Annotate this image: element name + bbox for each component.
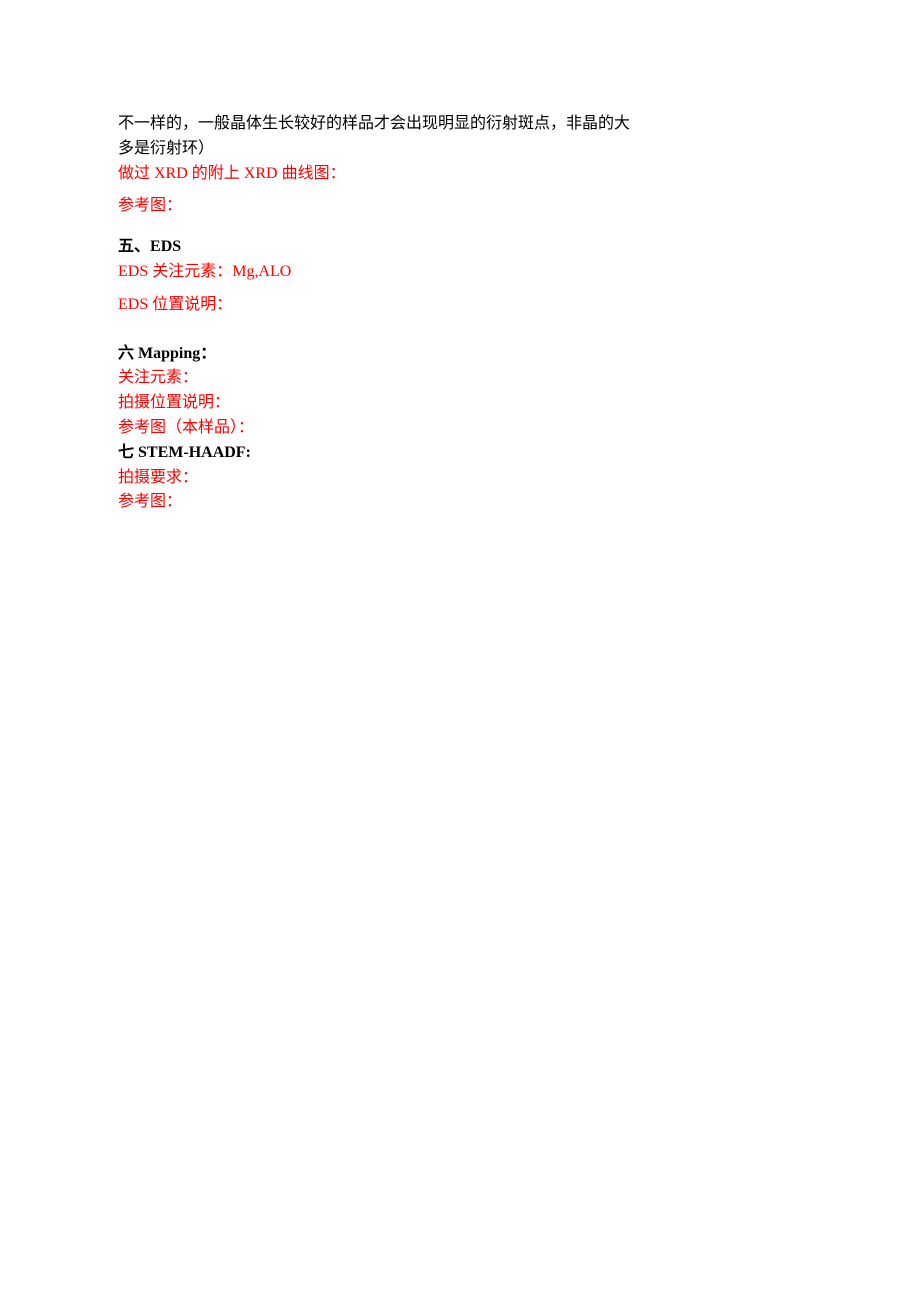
section-6-title: Mapping： bbox=[138, 345, 216, 362]
eds-position: EDS 位置说明： bbox=[118, 293, 802, 318]
eds-elements: EDS 关注元素：Mg,ALO bbox=[118, 260, 802, 285]
xrd-note: 做过 XRD 的附上 XRD 曲线图： bbox=[118, 162, 802, 187]
mapping-elements: 关注元素： bbox=[118, 366, 802, 391]
spacer bbox=[118, 318, 802, 326]
section-6-heading: 六 Mapping： bbox=[118, 342, 802, 367]
stem-haadf-requirements: 拍摄要求： bbox=[118, 466, 802, 491]
stem-haadf-reference-figure: 参考图： bbox=[118, 490, 802, 515]
section-7-heading: 七 STEM-HAADF: bbox=[118, 441, 802, 466]
spacer bbox=[118, 227, 802, 235]
mapping-position: 拍摄位置说明： bbox=[118, 391, 802, 416]
document-page: 不一样的，一般晶体生长较好的样品才会出现明显的衍射斑点，非晶的大 多是衍射环） … bbox=[0, 0, 920, 1301]
section-5-heading: 五、EDS bbox=[118, 235, 802, 260]
section-6-prefix: 六 bbox=[118, 345, 138, 362]
spacer bbox=[118, 186, 802, 194]
reference-figure-label: 参考图： bbox=[118, 194, 802, 219]
continuation-line-1: 不一样的，一般晶体生长较好的样品才会出现明显的衍射斑点，非晶的大 bbox=[118, 112, 802, 137]
spacer bbox=[118, 219, 802, 227]
continuation-line-2: 多是衍射环） bbox=[118, 137, 802, 162]
section-5-title: EDS bbox=[150, 238, 181, 255]
section-7-title: STEM-HAADF: bbox=[138, 444, 251, 461]
mapping-reference-figure: 参考图（本样品）： bbox=[118, 416, 802, 441]
spacer bbox=[118, 334, 802, 342]
section-5-prefix: 五、 bbox=[118, 238, 150, 255]
section-7-prefix: 七 bbox=[118, 444, 138, 461]
spacer bbox=[118, 285, 802, 293]
spacer bbox=[118, 326, 802, 334]
